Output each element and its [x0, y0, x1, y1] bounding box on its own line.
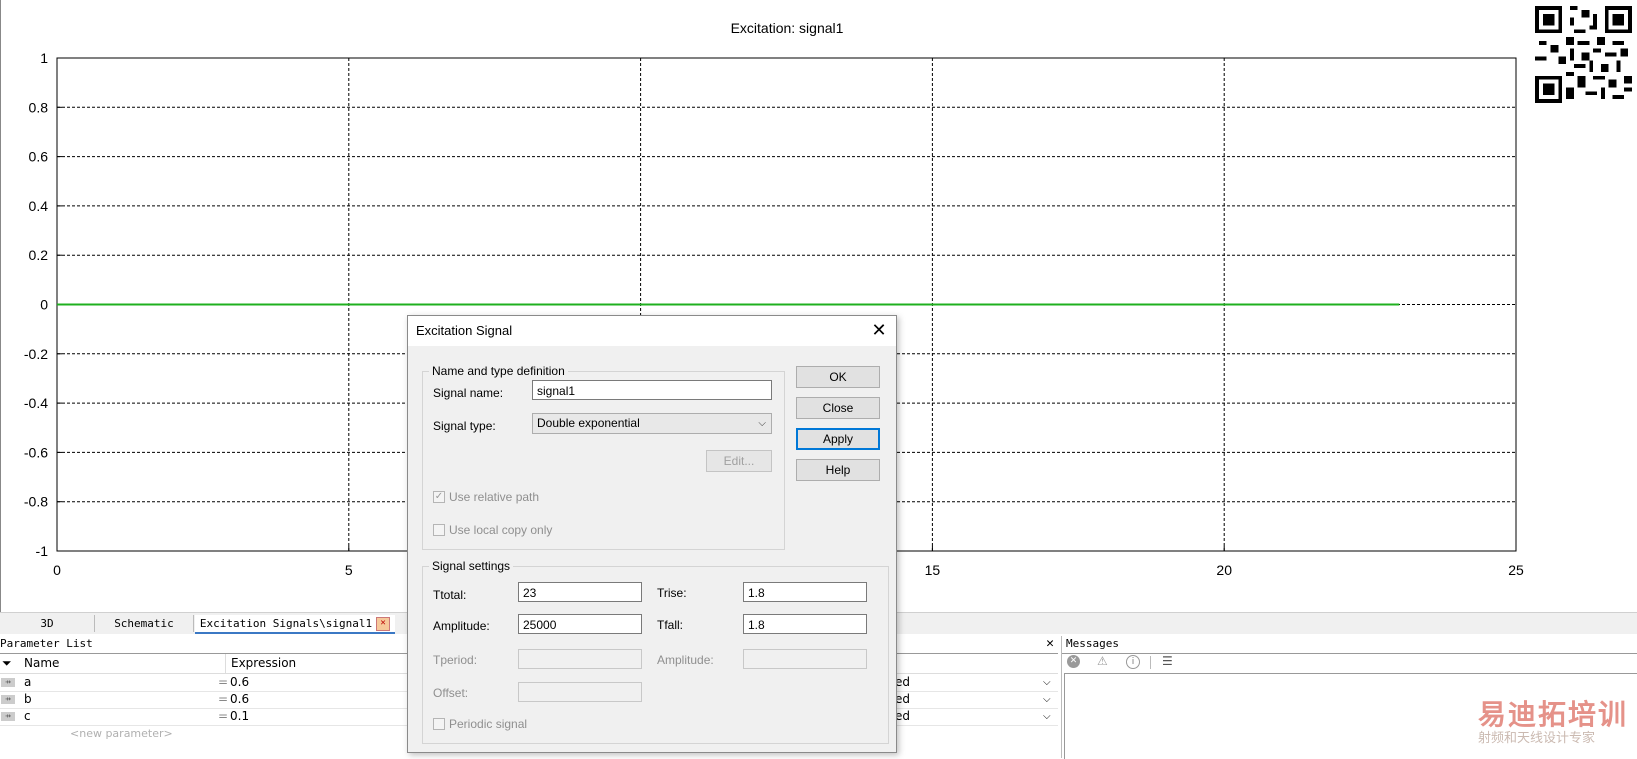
messages-toolbar: ✕ ⚠ i ☰ — [1062, 653, 1637, 672]
y-tick-label: -0.6 — [24, 444, 48, 460]
warning-filter-icon[interactable]: ⚠ — [1097, 654, 1108, 668]
parameter-type: ed — [895, 675, 910, 689]
dialog-title: Excitation Signal — [416, 323, 513, 338]
tperiod-field[interactable] — [518, 649, 642, 669]
name-type-group-label: Name and type definition — [432, 364, 565, 378]
parameter-type: ed — [895, 709, 910, 723]
signal-type-select[interactable]: Double exponential ⌵ — [532, 413, 772, 434]
trise-field[interactable]: 1.8 — [743, 582, 867, 602]
chevron-down-icon: ⌵ — [758, 418, 766, 429]
qr-code — [1535, 6, 1632, 103]
column-header-expression[interactable]: Expression — [225, 654, 296, 673]
use-local-copy-label: Use local copy only — [449, 523, 553, 537]
help-button[interactable]: Help — [796, 459, 880, 481]
x-tick-label: 25 — [1508, 562, 1524, 578]
periodic-amplitude-label: Amplitude: — [657, 653, 714, 667]
info-filter-icon[interactable]: i — [1126, 655, 1140, 669]
parameter-type: ed — [895, 692, 910, 706]
ok-button[interactable]: OK — [796, 366, 880, 388]
use-relative-path-checkbox[interactable]: ✓ — [433, 491, 445, 503]
edit-button[interactable]: Edit... — [706, 450, 772, 472]
parameter-icon: ⇸ — [1, 678, 15, 687]
periodic-amplitude-field[interactable] — [743, 649, 867, 669]
signal-type-value: Double exponential — [537, 416, 640, 430]
equals-sign: = — [218, 709, 229, 723]
x-tick-label: 20 — [1216, 562, 1232, 578]
parameter-expression[interactable]: 0.6 — [230, 691, 249, 708]
watermark-line1: 易迪拓培训 — [1478, 698, 1629, 731]
y-tick-label: 0.4 — [29, 198, 49, 214]
watermark-line2: 射频和天线设计专家 — [1478, 731, 1596, 746]
tab-excitation-signal-label: Excitation Signals\signal1 — [199, 617, 373, 630]
x-tick-label: 5 — [345, 562, 353, 578]
parameter-list-title-text: Parameter List — [0, 637, 93, 650]
amplitude-field[interactable]: 25000 — [518, 614, 642, 634]
y-tick-label: -0.2 — [24, 346, 48, 362]
signal-type-label: Signal type: — [433, 419, 496, 433]
tfall-label: Tfall: — [657, 618, 684, 632]
y-tick-label: -0.4 — [24, 395, 48, 411]
parameter-icon: ⇸ — [1, 695, 15, 704]
trise-label: Trise: — [657, 586, 687, 600]
parameter-expression[interactable]: 0.1 — [230, 708, 249, 725]
parameter-icon: ⇸ — [1, 712, 15, 721]
periodic-signal-label: Periodic signal — [449, 717, 528, 731]
parameter-name: b — [24, 692, 32, 706]
offset-label: Offset: — [433, 686, 469, 700]
tab-schematic-label: Schematic — [114, 617, 174, 630]
parameter-name: c — [24, 709, 31, 723]
tab-schematic[interactable]: Schematic — [95, 615, 194, 632]
equals-sign: = — [218, 675, 229, 689]
y-tick-label: 1 — [40, 50, 48, 66]
dialog-title-bar: Excitation Signal ✕ — [408, 316, 896, 346]
signal-name-field[interactable]: signal1 — [532, 380, 772, 400]
tperiod-label: Tperiod: — [433, 653, 478, 667]
parameter-expression[interactable]: 0.6 — [230, 674, 249, 691]
apply-button[interactable]: Apply — [796, 428, 880, 450]
close-panel-icon[interactable]: ✕ — [1046, 636, 1054, 652]
y-tick-label: -1 — [36, 543, 49, 559]
new-parameter-placeholder: <new parameter> — [70, 727, 173, 740]
parameter-name: a — [24, 675, 32, 689]
clear-messages-icon[interactable]: ☰ — [1162, 654, 1173, 668]
close-tab-icon[interactable]: ✕ — [376, 617, 391, 631]
tab-excitation-signal[interactable]: Excitation Signals\signal1 ✕ — [195, 615, 395, 634]
chevron-down-icon[interactable]: ⌵ — [1043, 708, 1051, 725]
tfall-field[interactable]: 1.8 — [743, 614, 867, 634]
signal-name-label: Signal name: — [433, 386, 504, 400]
messages-title: Messages — [1066, 637, 1119, 650]
use-local-copy-checkbox[interactable] — [433, 524, 445, 536]
tab-3d-label: 3D — [40, 617, 54, 630]
chevron-down-icon[interactable]: ⌵ — [1043, 674, 1051, 691]
amplitude-label: Amplitude: — [433, 619, 490, 633]
close-icon[interactable]: ✕ — [868, 319, 890, 341]
y-tick-label: -0.8 — [24, 494, 48, 510]
close-button[interactable]: Close — [796, 397, 880, 419]
equals-sign: = — [218, 692, 229, 706]
chart-title: Excitation: signal1 — [731, 20, 844, 36]
x-tick-label: 15 — [925, 562, 941, 578]
column-header-name[interactable]: Name — [24, 654, 59, 673]
ttotal-label: Ttotal: — [433, 588, 467, 602]
use-relative-path-label: Use relative path — [449, 490, 540, 504]
signal-settings-group-label: Signal settings — [432, 559, 511, 573]
tab-3d[interactable]: 3D — [0, 615, 95, 632]
offset-field[interactable] — [518, 682, 642, 702]
y-tick-label: 0.6 — [29, 149, 49, 165]
watermark: 易迪拓培训 射频和天线设计专家 — [1478, 700, 1634, 756]
excitation-signal-dialog: Excitation Signal ✕ Name and type defini… — [407, 315, 897, 753]
chevron-down-icon[interactable]: ⌵ — [1043, 691, 1051, 708]
toolbar-divider — [1150, 656, 1151, 669]
periodic-signal-checkbox[interactable] — [433, 718, 445, 730]
y-tick-label: 0.8 — [29, 99, 49, 115]
y-tick-label: 0 — [40, 297, 48, 313]
x-tick-label: 0 — [53, 562, 61, 578]
ttotal-field[interactable]: 23 — [518, 582, 642, 602]
y-tick-label: 0.2 — [29, 247, 49, 263]
error-filter-icon[interactable]: ✕ — [1067, 655, 1080, 668]
filter-icon[interactable]: ⏷ — [2, 654, 12, 673]
